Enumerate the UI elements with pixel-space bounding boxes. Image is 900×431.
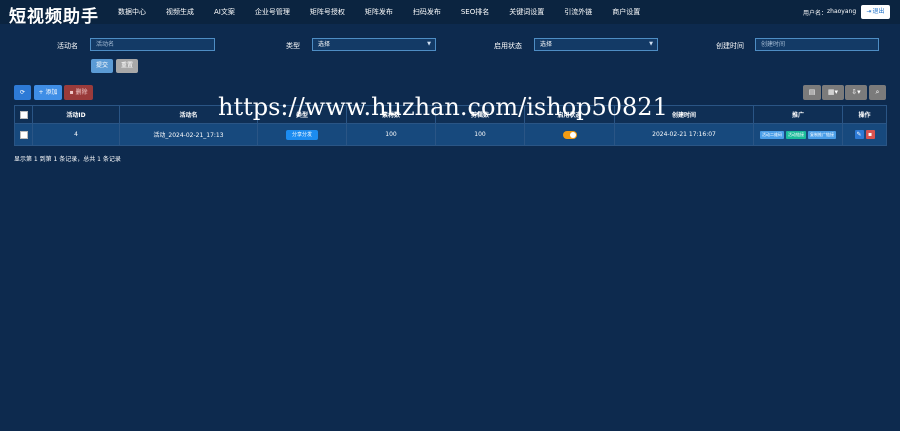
delete-label: 删除 [75, 89, 88, 96]
filter-name-input[interactable]: 活动名 [90, 38, 215, 51]
add-button[interactable]: + 添加 [34, 85, 62, 100]
cell-type: 分享分发 [257, 123, 347, 146]
logout-label: 退出 [872, 8, 885, 15]
nav-item-video-gen[interactable]: 视频生成 [156, 0, 204, 24]
status-toggle[interactable] [562, 130, 577, 139]
toggle-view-button[interactable]: ▤ [803, 85, 821, 100]
chevron-down-icon: ▼ [427, 41, 431, 47]
export-icon: ⇩▾ [851, 88, 861, 96]
logout-icon: ⇥ [866, 8, 872, 15]
main-nav: 数据中心 视频生成 AI文案 企业号管理 矩阵号授权 矩阵发布 扫码发布 SEO… [108, 0, 650, 24]
table-row: 4 活动_2024-02-21_17:13 分享分发 100 100 2024-… [14, 123, 887, 146]
header-status[interactable]: 启用状态 [524, 105, 615, 124]
header-type[interactable]: 类型 [257, 105, 347, 124]
row-select-cell[interactable] [14, 123, 33, 146]
export-button[interactable]: ⇩▾ [845, 85, 867, 100]
select-all-cell[interactable] [14, 105, 33, 124]
nav-item-backlinks[interactable]: 引流外链 [554, 0, 602, 24]
filter-type-value: 选择 [318, 41, 331, 48]
filter-type-label: 类型 [286, 42, 300, 50]
user-name: zhaoyang [827, 8, 857, 15]
toggle-knob [569, 131, 576, 138]
nav-item-ai-copy[interactable]: AI文案 [204, 0, 245, 24]
header-id[interactable]: 活动ID [32, 105, 120, 124]
reset-button[interactable]: 重置 [116, 59, 138, 73]
columns-button[interactable]: ▦▾ [822, 85, 844, 100]
chevron-down-icon: ▼ [649, 41, 653, 47]
trash-icon: ▪ [69, 89, 74, 96]
cell-materials: 100 [346, 123, 436, 146]
nav-item-enterprise[interactable]: 企业号管理 [245, 0, 300, 24]
filter-status-label: 启用状态 [494, 42, 522, 50]
trash-icon: ▪ [867, 131, 873, 138]
header-actions: 操作 [842, 105, 887, 124]
search-icon: ⌕ [875, 88, 880, 96]
header-clips[interactable]: 剪辑数 [435, 105, 525, 124]
header-created[interactable]: 创建时间 [614, 105, 754, 124]
filter-type-select[interactable]: 选择 ▼ [312, 38, 436, 51]
header-materials[interactable]: 素材数 [346, 105, 436, 124]
qrcode-button[interactable]: 活动二维码 [760, 130, 784, 139]
nav-item-scan-publish[interactable]: 扫码发布 [403, 0, 451, 24]
header-promo: 推广 [753, 105, 843, 124]
copy-link-button[interactable]: 复制推广链接 [808, 130, 836, 139]
cell-status [524, 123, 615, 146]
refresh-button[interactable]: ⟳ [14, 85, 31, 100]
submit-button[interactable]: 提交 [91, 59, 113, 73]
type-badge: 分享分发 [285, 129, 318, 140]
filter-time-input[interactable]: 创建时间 [755, 38, 879, 51]
grid-icon: ▦▾ [827, 88, 839, 96]
refresh-icon: ⟳ [19, 89, 26, 96]
select-all-checkbox[interactable] [19, 110, 28, 119]
brand-logo[interactable]: 短视频助手 [9, 2, 99, 27]
nav-item-seo[interactable]: SEO排名 [451, 0, 499, 24]
table-header-row: 活动ID 活动名 类型 素材数 剪辑数 启用状态 创建时间 推广 操作 [14, 105, 887, 124]
header-name[interactable]: 活动名 [119, 105, 258, 124]
table-icon: ▤ [808, 88, 816, 96]
filter-time-label: 创建时间 [716, 42, 744, 50]
nav-item-merchant[interactable]: 商户设置 [602, 0, 650, 24]
activity-link-button[interactable]: 活动链接 [786, 130, 806, 139]
filter-name-label: 活动名 [57, 42, 78, 50]
pencil-icon: ✎ [856, 131, 862, 138]
cell-name: 活动_2024-02-21_17:13 [119, 123, 258, 146]
activity-table: 活动ID 活动名 类型 素材数 剪辑数 启用状态 创建时间 推广 操作 4 活动… [14, 105, 887, 146]
cell-promo: 活动二维码 活动链接 复制推广链接 [753, 123, 843, 146]
nav-item-data-center[interactable]: 数据中心 [108, 0, 156, 24]
logout-button[interactable]: ⇥退出 [861, 5, 890, 19]
delete-button[interactable]: ▪ 删除 [64, 85, 93, 100]
cell-actions: ✎ ▪ [842, 123, 887, 146]
filter-status-value: 选择 [540, 41, 553, 48]
nav-item-keywords[interactable]: 关键词设置 [499, 0, 554, 24]
row-checkbox[interactable] [19, 130, 28, 139]
nav-item-matrix-auth[interactable]: 矩阵号授权 [300, 0, 355, 24]
pagination-summary: 显示第 1 到第 1 条记录，总共 1 条记录 [14, 156, 121, 163]
search-button[interactable]: ⌕ [869, 85, 886, 100]
top-navbar: 短视频助手 数据中心 视频生成 AI文案 企业号管理 矩阵号授权 矩阵发布 扫码… [0, 0, 900, 27]
edit-button[interactable]: ✎ [854, 130, 864, 139]
nav-item-matrix-publish[interactable]: 矩阵发布 [355, 0, 403, 24]
cell-id: 4 [32, 123, 120, 146]
row-delete-button[interactable]: ▪ [865, 130, 875, 139]
filter-status-select[interactable]: 选择 ▼ [534, 38, 658, 51]
user-label: 用户名： [803, 10, 828, 17]
cell-clips: 100 [435, 123, 525, 146]
cell-created: 2024-02-21 17:16:07 [614, 123, 754, 146]
